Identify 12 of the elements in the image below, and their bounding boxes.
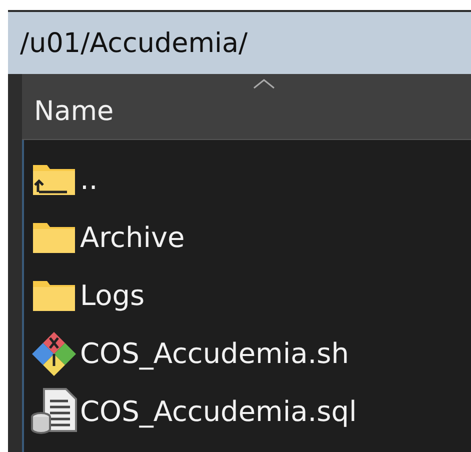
folder-icon — [32, 220, 76, 254]
name-column-header[interactable]: Name — [22, 74, 471, 140]
file-name[interactable]: .. — [80, 162, 98, 196]
script-file-icon — [31, 330, 77, 376]
file-name[interactable]: COS_Accudemia.sh — [80, 336, 350, 370]
file-name[interactable]: COS_Accudemia.sql — [80, 394, 357, 428]
parent-folder-icon — [32, 162, 76, 196]
folder-icon — [32, 278, 76, 312]
file-name[interactable]: Archive — [80, 220, 185, 254]
file-name[interactable]: Logs — [80, 278, 145, 312]
database-document-icon — [30, 387, 78, 435]
path-bar[interactable]: /u01/Accudemia/ — [8, 12, 471, 74]
